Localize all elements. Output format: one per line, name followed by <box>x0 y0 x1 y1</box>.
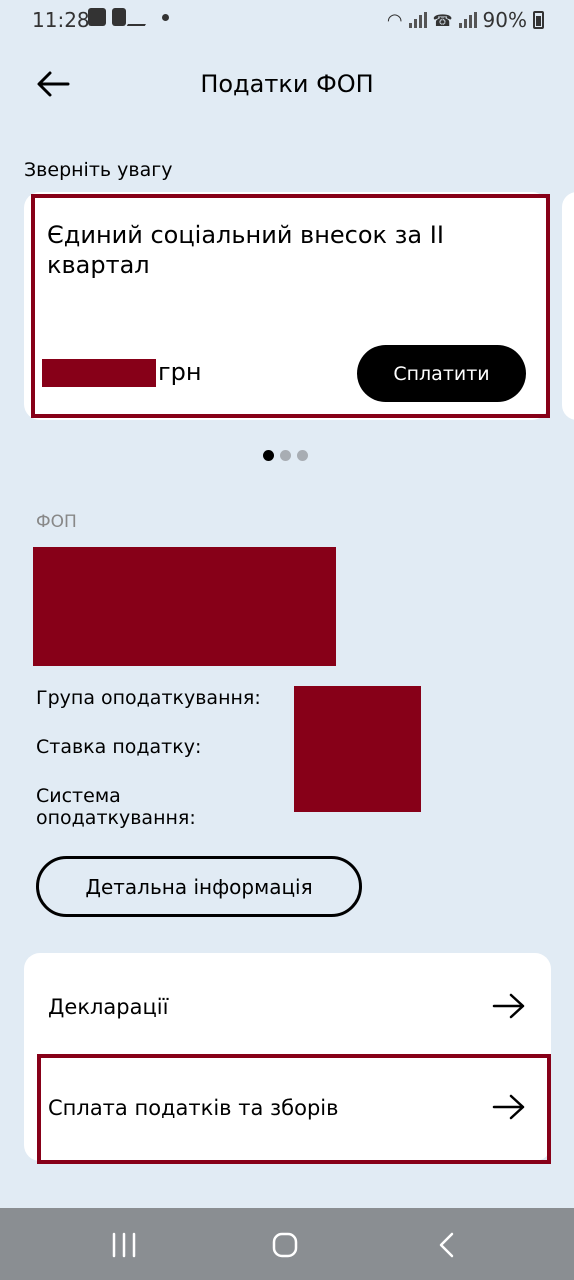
tax-rate-label: Ставка податку: <box>36 736 202 758</box>
tax-values-redacted <box>294 686 421 812</box>
chevron-left-icon <box>439 1232 454 1258</box>
signal-off-icon <box>126 8 156 26</box>
phone-icon <box>112 8 126 26</box>
page-title: Податки ФОП <box>200 70 374 98</box>
system-icons: ◠ ☎ 90% <box>387 8 544 32</box>
home-icon <box>272 1232 298 1258</box>
gallery-icon <box>88 8 106 26</box>
attention-heading: Зверніть увагу <box>24 159 173 181</box>
notification-icons <box>88 8 169 26</box>
battery-percent: 90% <box>482 8 527 32</box>
fop-section-label: ФОП <box>36 512 77 532</box>
signal-icon-1 <box>408 12 427 28</box>
tax-system-label: Система оподаткування: <box>36 785 196 829</box>
system-back-button[interactable] <box>428 1230 468 1260</box>
tax-system-label-line2: оподаткування: <box>36 807 196 829</box>
recent-apps-icon <box>112 1232 136 1258</box>
details-button[interactable]: Детальна інформація <box>36 856 362 917</box>
call-icon: ☎ <box>432 10 453 30</box>
fop-name-redacted <box>33 547 336 666</box>
recent-apps-button[interactable] <box>104 1230 144 1260</box>
arrow-right-icon <box>492 993 525 1019</box>
status-bar: 11:28 ◠ ☎ 90% <box>0 0 574 40</box>
pager-dot[interactable] <box>297 450 308 461</box>
signal-icon-2 <box>458 12 477 28</box>
tax-payment-highlight-frame <box>37 1054 551 1164</box>
tax-system-label-line1: Система <box>36 785 121 807</box>
notice-highlight-frame <box>31 194 550 418</box>
status-time: 11:28 <box>32 8 90 32</box>
carousel-pager <box>263 450 308 461</box>
declarations-item[interactable]: Декларації <box>24 957 551 1057</box>
declarations-label: Декларації <box>48 995 169 1019</box>
next-notice-card[interactable] <box>562 192 574 420</box>
home-button[interactable] <box>265 1230 305 1260</box>
tax-group-label: Група оподаткування: <box>36 687 261 709</box>
system-nav-bar <box>0 1208 574 1280</box>
pager-dot-active[interactable] <box>263 450 274 461</box>
more-notifications-icon <box>162 13 169 21</box>
wifi-icon: ◠ <box>386 9 403 31</box>
pager-dot[interactable] <box>280 450 291 461</box>
battery-icon <box>533 11 544 29</box>
